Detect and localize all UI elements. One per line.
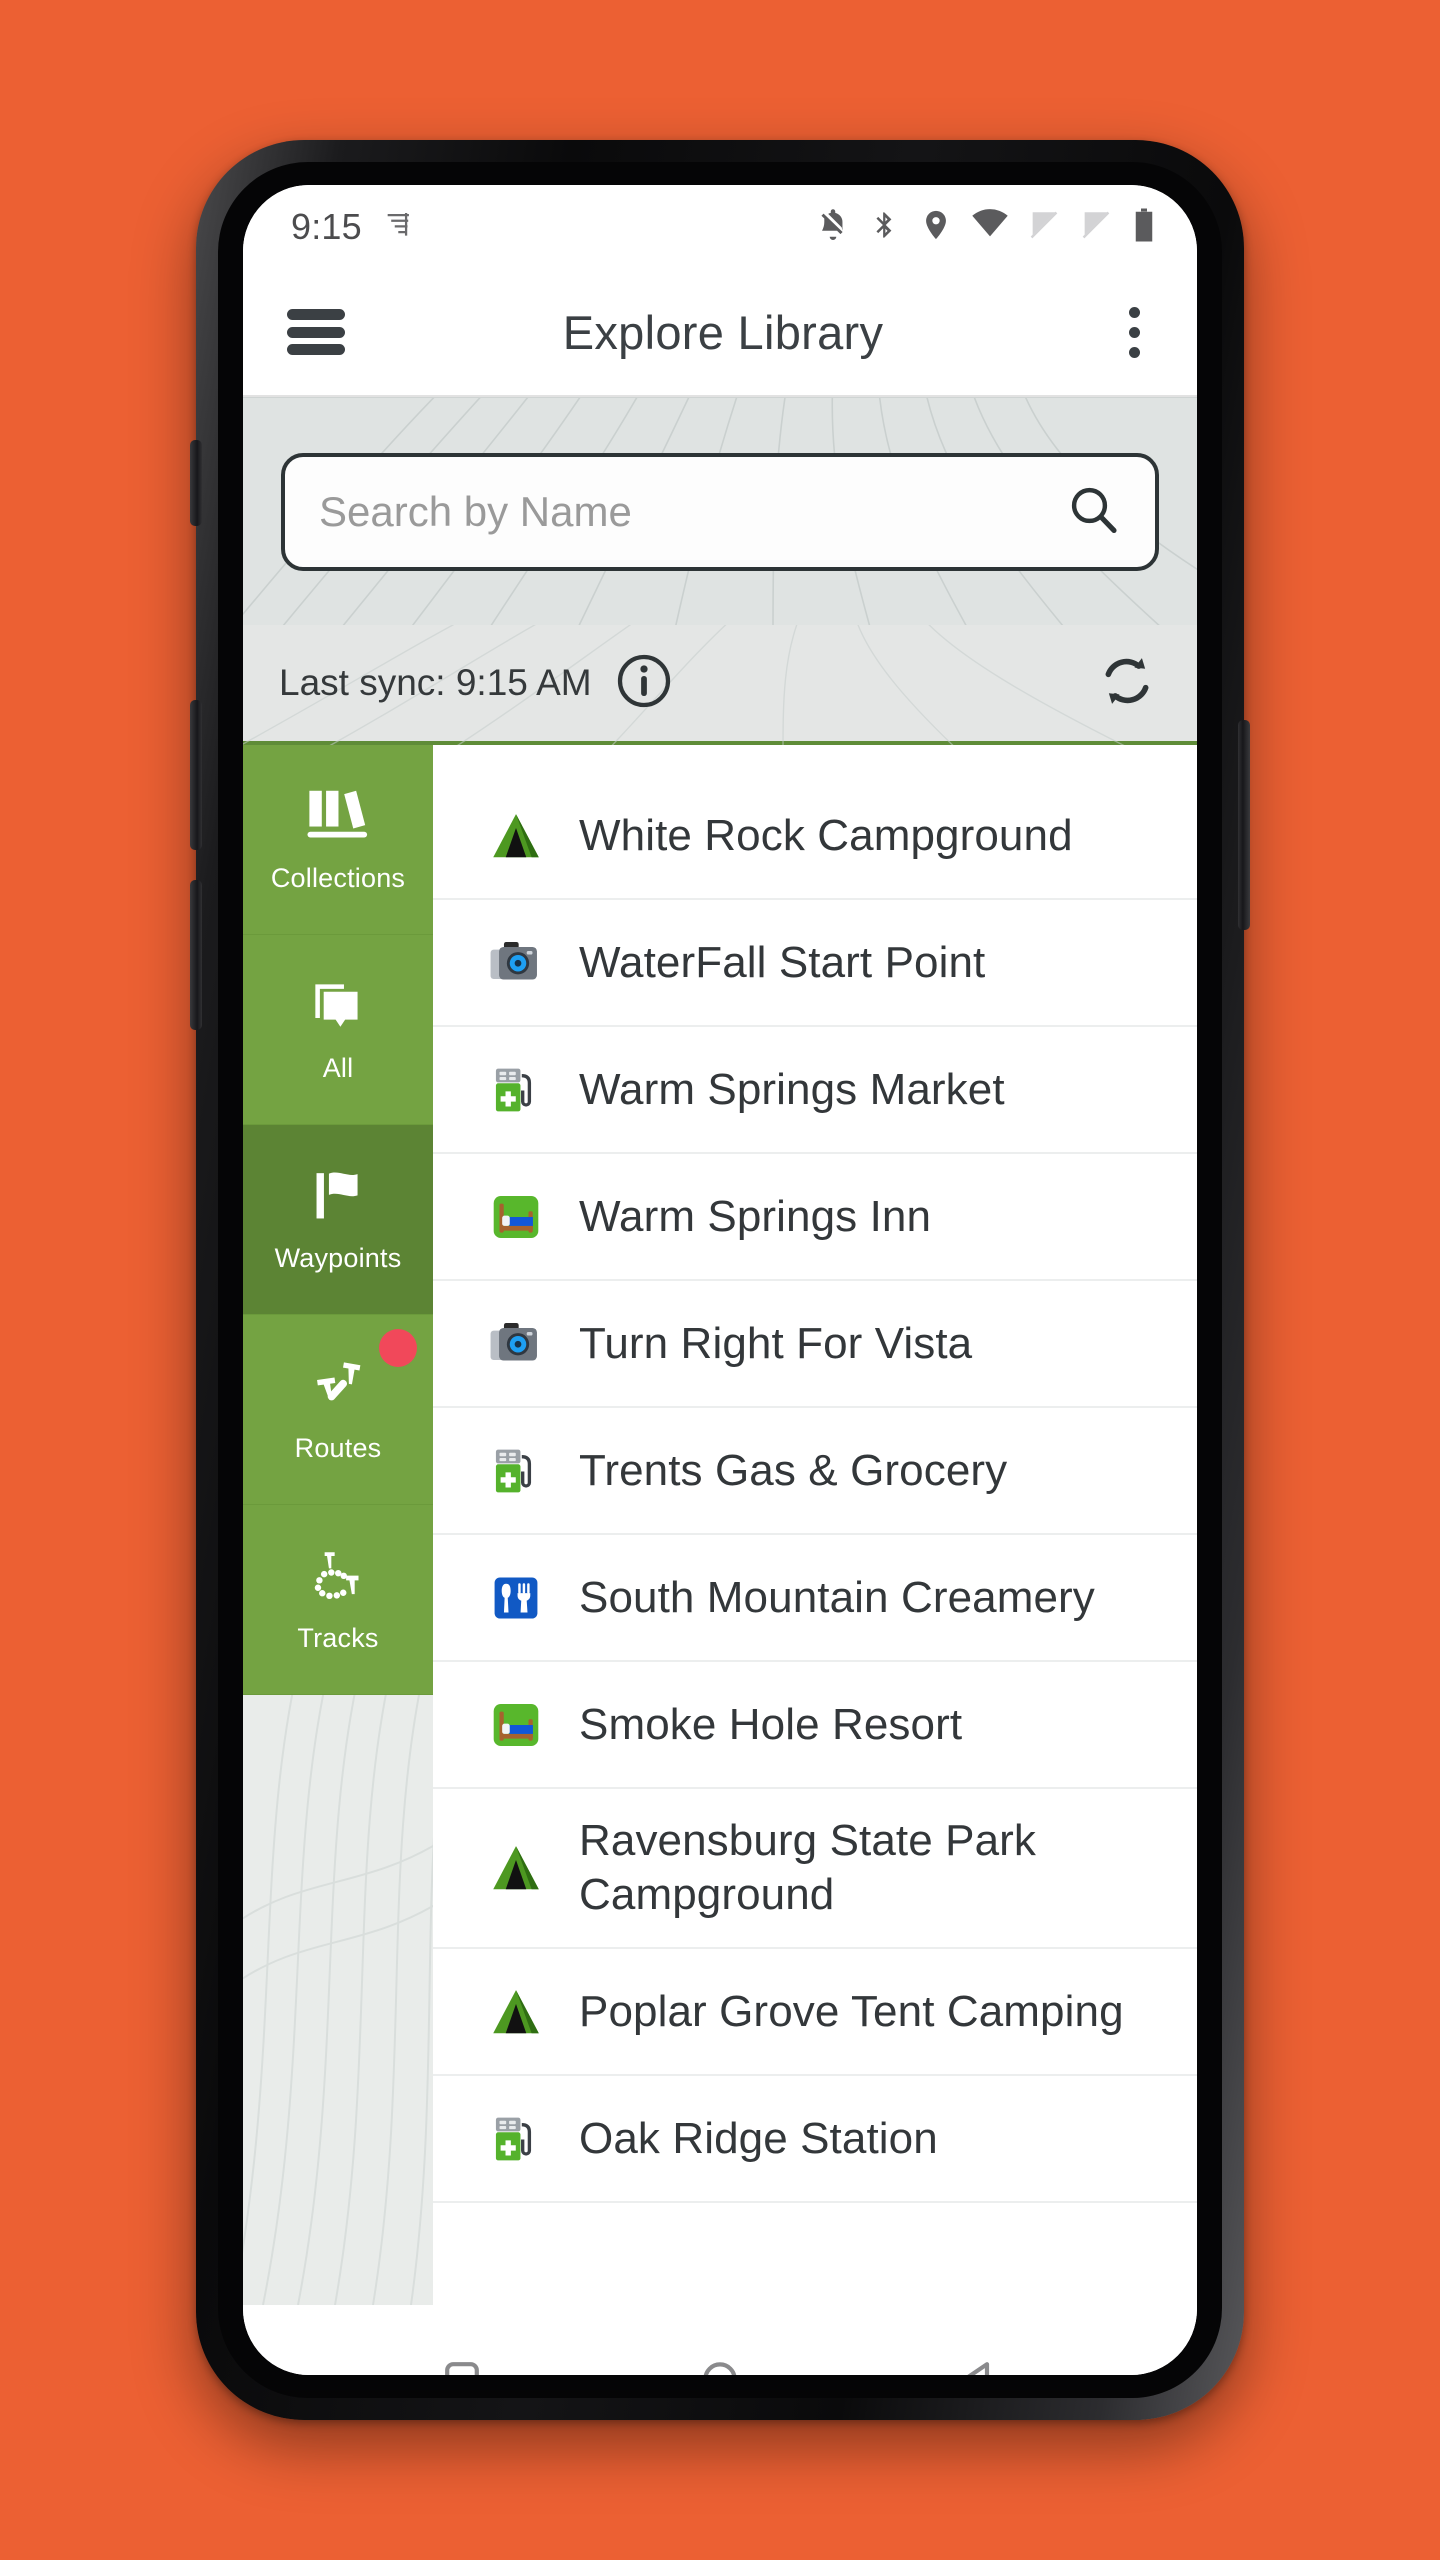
sidebar-item-collections[interactable]: Collections: [243, 745, 433, 935]
restaurant-icon: [485, 1571, 547, 1625]
table-row[interactable]: South Mountain Creamery: [433, 1535, 1197, 1662]
sidebar-item-label: Routes: [294, 1432, 382, 1463]
waypoint-name: Warm Springs Market: [579, 1064, 1005, 1114]
library-content: Collections All Waypoints Routes Tracks …: [243, 745, 1197, 2305]
last-sync-label: Last sync: 9:15 AM: [279, 662, 592, 703]
search-input[interactable]: Search by Name: [281, 452, 1159, 571]
phone-button-volume-up[interactable]: [190, 700, 202, 850]
search-placeholder: Search by Name: [319, 487, 632, 535]
track-dots-icon: [302, 1546, 374, 1613]
wifi-icon: [971, 208, 1009, 247]
status-bar-right: [815, 207, 1157, 248]
books-icon: [301, 786, 375, 853]
no-sim-2-icon: [1079, 208, 1113, 247]
waypoint-name: Poplar Grove Tent Camping: [579, 1986, 1124, 2036]
cards-pin-icon: [303, 976, 373, 1043]
notifications-off-icon: [815, 207, 851, 248]
more-vertical-icon[interactable]: [1111, 306, 1157, 358]
table-row[interactable]: WaterFall Start Point: [433, 900, 1197, 1027]
waypoint-name: WaterFall Start Point: [579, 937, 986, 987]
home-circle-icon[interactable]: [690, 2349, 750, 2375]
route-pins-icon: [302, 1356, 374, 1423]
battery-icon: [1131, 207, 1157, 248]
routes-notification-badge: [379, 1329, 417, 1367]
table-row[interactable]: Ravensburg State Park Campground: [433, 1789, 1197, 1949]
bluetooth-icon: [869, 208, 901, 247]
waypoint-name: Turn Right For Vista: [579, 1318, 973, 1368]
back-triangle-icon[interactable]: [948, 2349, 1008, 2375]
table-row[interactable]: Oak Ridge Station: [433, 2076, 1197, 2203]
waypoint-name: South Mountain Creamery: [579, 1572, 1095, 1622]
info-icon[interactable]: [614, 651, 674, 716]
sidebar-item-tracks[interactable]: Tracks: [243, 1505, 433, 1695]
flag-icon: [303, 1166, 373, 1233]
phone-button-volume-down[interactable]: [190, 880, 202, 1030]
waypoint-name: Smoke Hole Resort: [579, 1699, 963, 1749]
camera-icon: [485, 936, 547, 990]
lodging-bed-icon: [485, 1698, 547, 1752]
status-bar: 9:15: [243, 185, 1197, 269]
no-sim-1-icon: [1027, 208, 1061, 247]
camera-icon: [485, 1317, 547, 1371]
sidebar-item-all[interactable]: All: [243, 935, 433, 1125]
gas-pump-icon: [485, 1444, 547, 1498]
gas-pump-icon: [485, 2112, 547, 2166]
sidebar-items: Collections All Waypoints Routes Tracks: [243, 745, 433, 1695]
waypoint-name: White Rock Campground: [579, 810, 1073, 860]
waypoint-name: Ravensburg State Park Campground: [579, 1816, 1037, 1919]
category-sidebar: Collections All Waypoints Routes Tracks: [243, 745, 433, 2305]
lodging-bed-icon: [485, 1190, 547, 1244]
table-row[interactable]: Warm Springs Market: [433, 1027, 1197, 1154]
recents-square-icon[interactable]: [432, 2349, 492, 2375]
table-row[interactable]: Smoke Hole Resort: [433, 1662, 1197, 1789]
sidebar-item-label: Collections: [270, 862, 406, 893]
tent-icon: [485, 809, 547, 863]
phone-frame: 9:15 Explore Library Search by Name Last…: [190, 140, 1250, 2420]
refresh-icon[interactable]: [1095, 649, 1159, 718]
table-row[interactable]: Trents Gas & Grocery: [433, 1408, 1197, 1535]
table-row[interactable]: Poplar Grove Tent Camping: [433, 1949, 1197, 2076]
table-row[interactable]: Warm Springs Inn: [433, 1154, 1197, 1281]
waypoint-name: Trents Gas & Grocery: [579, 1445, 1008, 1495]
waypoint-name: Warm Springs Inn: [579, 1191, 932, 1241]
search-panel: Search by Name: [243, 397, 1197, 626]
tent-icon: [485, 1841, 547, 1895]
tent-icon: [485, 1985, 547, 2039]
status-bar-left: 9:15: [291, 206, 416, 248]
sidebar-item-label: All: [322, 1052, 354, 1083]
location-icon: [919, 208, 953, 247]
waypoint-name: Oak Ridge Station: [579, 2113, 938, 2163]
sidebar-item-label: Tracks: [297, 1622, 379, 1653]
sync-status-bar: Last sync: 9:15 AM: [243, 625, 1197, 745]
phone-screen: 9:15 Explore Library Search by Name Last…: [243, 185, 1197, 2375]
sidebar-item-label: Waypoints: [274, 1242, 402, 1273]
phone-button-silent[interactable]: [190, 440, 202, 526]
app-bar: Explore Library: [243, 269, 1197, 397]
android-nav-bar: [243, 2305, 1197, 2375]
phone-button-power[interactable]: [1238, 720, 1250, 930]
clipped-row-label: partially scrolled row: [495, 751, 894, 773]
gas-pump-icon: [485, 1063, 547, 1117]
status-clock: 9:15: [291, 206, 362, 247]
table-row[interactable]: White Rock Campground: [433, 773, 1197, 900]
search-icon[interactable]: [1065, 481, 1121, 542]
signal-meter-icon: [382, 208, 416, 247]
sidebar-item-waypoints[interactable]: Waypoints: [243, 1125, 433, 1315]
table-row[interactable]: Turn Right For Vista: [433, 1281, 1197, 1408]
waypoint-list[interactable]: partially scrolled row White Rock Campgr…: [433, 745, 1197, 2305]
list-row-clipped[interactable]: partially scrolled row: [433, 745, 1197, 773]
sidebar-item-routes[interactable]: Routes: [243, 1315, 433, 1505]
page-title: Explore Library: [562, 305, 884, 359]
